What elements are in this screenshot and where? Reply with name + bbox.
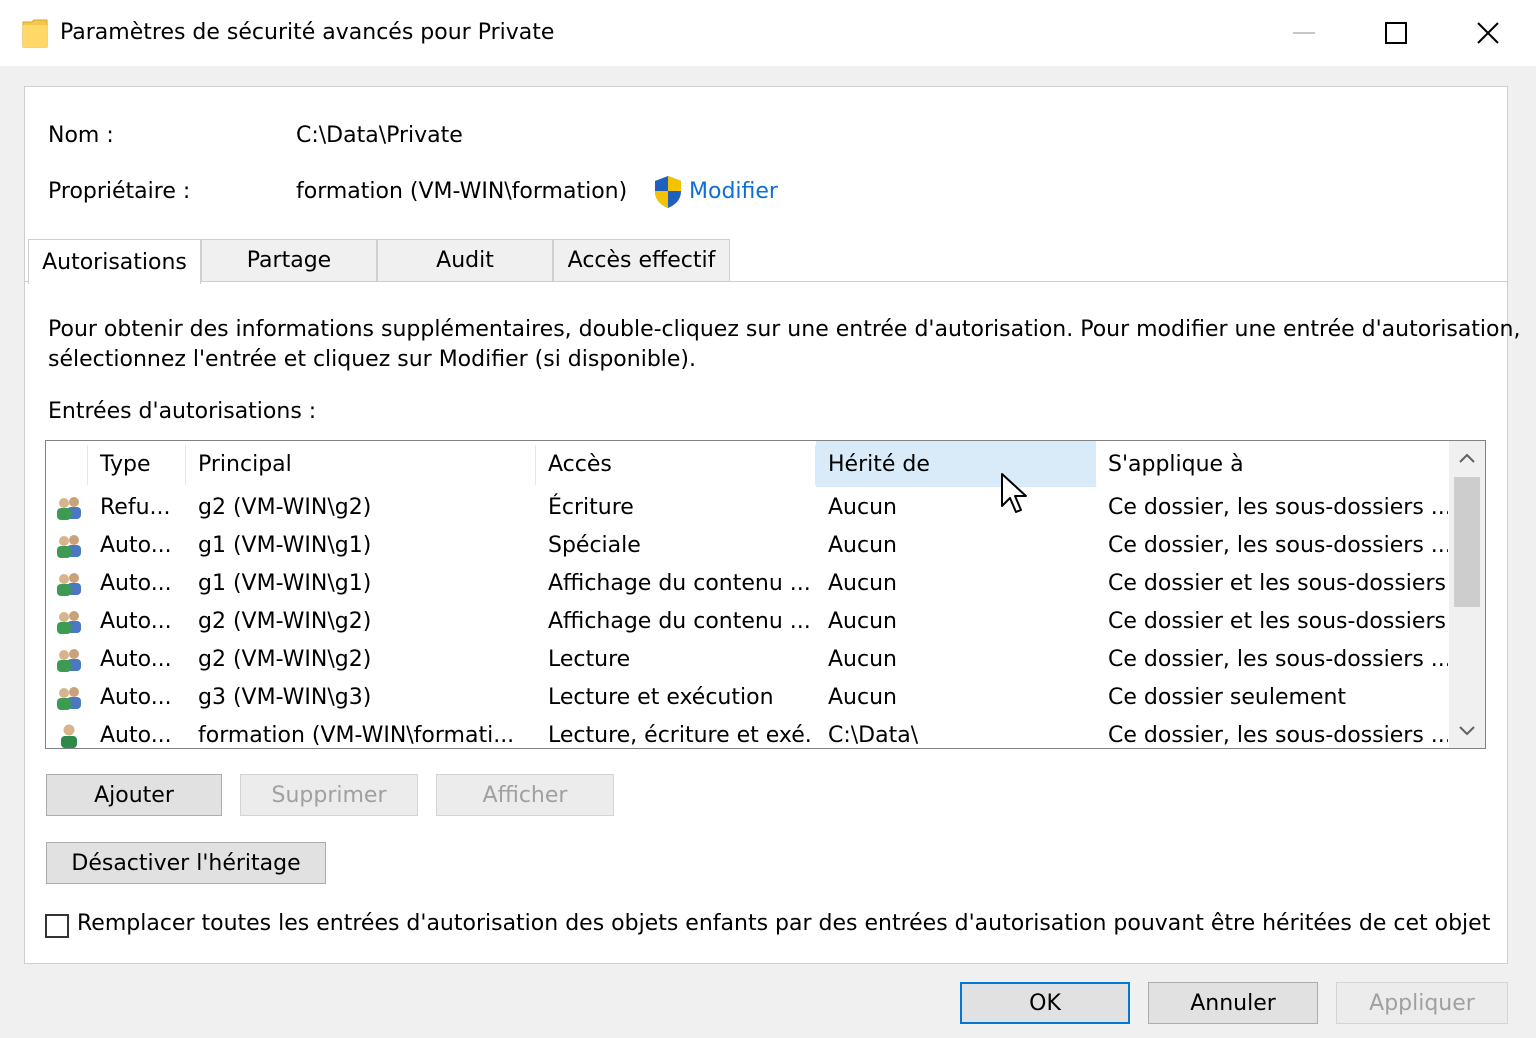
cell-access: Lecture, écriture et exé... bbox=[548, 723, 814, 748]
group-icon bbox=[57, 535, 81, 558]
column-header-inherited-from[interactable]: Hérité de bbox=[816, 441, 1096, 487]
apply-button[interactable]: Appliquer bbox=[1336, 982, 1508, 1024]
cell-access: Lecture bbox=[548, 647, 631, 672]
cell-access: Spéciale bbox=[548, 533, 641, 558]
column-header-principal[interactable]: Principal bbox=[186, 441, 536, 487]
permission-entries-list[interactable]: Type Principal Accès Hérité de S'appliqu… bbox=[45, 440, 1486, 749]
cell-applies-to: Ce dossier, les sous-dossiers ... bbox=[1108, 723, 1448, 748]
column-header-applies-to[interactable]: S'applique à bbox=[1096, 441, 1448, 487]
group-icon bbox=[57, 497, 81, 520]
cell-applies-to: Ce dossier et les sous-dossiers bbox=[1108, 609, 1446, 634]
scroll-thumb[interactable] bbox=[1454, 477, 1480, 607]
cell-applies-to: Ce dossier et les sous-dossiers bbox=[1108, 571, 1446, 596]
column-header-type[interactable]: Type bbox=[88, 441, 186, 487]
cell-access: Affichage du contenu ... bbox=[548, 609, 811, 634]
group-icon bbox=[57, 649, 81, 672]
uac-shield-icon bbox=[655, 176, 681, 208]
main-panel: Nom : C:\Data\Private Propriétaire : for… bbox=[24, 86, 1520, 964]
cell-applies-to: Ce dossier seulement bbox=[1108, 685, 1347, 710]
minimize-button[interactable] bbox=[1258, 0, 1350, 66]
chevron-up-icon bbox=[1459, 453, 1475, 463]
column-header-access[interactable]: Accès bbox=[536, 441, 816, 487]
change-owner-link[interactable]: Modifier bbox=[689, 178, 778, 206]
cell-type: Auto... bbox=[100, 533, 172, 558]
name-label: Nom : bbox=[48, 123, 114, 148]
cell-inherited-from: Aucun bbox=[828, 609, 897, 634]
tab-permissions[interactable]: Autorisations bbox=[28, 239, 201, 284]
folder-icon bbox=[22, 19, 48, 48]
cancel-button[interactable]: Annuler bbox=[1148, 982, 1318, 1024]
add-button[interactable]: Ajouter bbox=[46, 774, 222, 816]
group-icon bbox=[57, 611, 81, 634]
tab-auditing[interactable]: Audit bbox=[377, 239, 553, 281]
tab-sharing[interactable]: Partage bbox=[201, 239, 377, 281]
description-line-2: sélectionnez l'entrée et cliquez sur Mod… bbox=[48, 347, 697, 372]
cell-applies-to: Ce dossier, les sous-dossiers ... bbox=[1108, 495, 1448, 520]
cell-applies-to: Ce dossier, les sous-dossiers ... bbox=[1108, 647, 1448, 672]
table-row[interactable]: Auto... g2 (VM-WIN\g2) Affichage du conten… bbox=[46, 603, 1448, 641]
window-title: Paramètres de sécurité avancés pour Priv… bbox=[60, 20, 555, 45]
cell-type: Auto... bbox=[100, 723, 172, 748]
table-row[interactable]: Refu... g2 (VM-WIN\g2) Écriture Aucun Ce dos… bbox=[46, 489, 1448, 527]
minimize-icon bbox=[1293, 32, 1315, 34]
tab-effective-access[interactable]: Accès effectif bbox=[553, 239, 730, 281]
vertical-scrollbar[interactable] bbox=[1449, 441, 1485, 748]
cell-inherited-from: Aucun bbox=[828, 533, 897, 558]
disable-inheritance-button[interactable]: Désactiver l'héritage bbox=[46, 842, 326, 884]
maximize-button[interactable] bbox=[1350, 0, 1442, 66]
name-value: C:\Data\Private bbox=[296, 123, 463, 148]
replace-child-permissions-checkbox[interactable] bbox=[45, 914, 69, 938]
cell-inherited-from: C:\Data\ bbox=[828, 723, 919, 748]
view-button[interactable]: Afficher bbox=[436, 774, 614, 816]
cell-principal: formation (VM-WIN\formati... bbox=[198, 723, 515, 748]
maximize-icon bbox=[1385, 22, 1407, 44]
cell-inherited-from: Aucun bbox=[828, 571, 897, 596]
user-icon bbox=[61, 724, 77, 748]
entries-label: Entrées d'autorisations : bbox=[48, 399, 317, 424]
cell-access: Affichage du contenu ... bbox=[548, 571, 811, 596]
scroll-down-button[interactable] bbox=[1449, 714, 1485, 748]
cell-principal: g2 (VM-WIN\g2) bbox=[198, 647, 372, 672]
cell-type: Auto... bbox=[100, 609, 172, 634]
group-icon bbox=[57, 573, 81, 596]
cell-principal: g3 (VM-WIN\g3) bbox=[198, 685, 372, 710]
close-icon bbox=[1477, 22, 1499, 44]
cell-principal: g2 (VM-WIN\g2) bbox=[198, 495, 372, 520]
table-row[interactable]: Auto... g2 (VM-WIN\g2) Lecture Aucun Ce doss… bbox=[46, 641, 1448, 679]
cell-type: Refu... bbox=[100, 495, 171, 520]
cell-access: Écriture bbox=[548, 495, 634, 520]
cell-type: Auto... bbox=[100, 571, 172, 596]
chevron-down-icon bbox=[1459, 726, 1475, 736]
cell-type: Auto... bbox=[100, 647, 172, 672]
tab-strip-border bbox=[25, 281, 1507, 282]
owner-label: Propriétaire : bbox=[48, 179, 191, 204]
remove-button[interactable]: Supprimer bbox=[240, 774, 418, 816]
table-row[interactable]: Auto... formation (VM-WIN\formati... Lectu… bbox=[46, 717, 1448, 748]
title-bar: Paramètres de sécurité avancés pour Priv… bbox=[0, 0, 1536, 66]
description-line-1: Pour obtenir des informations supplément… bbox=[48, 317, 1521, 342]
table-row[interactable]: Auto... g1 (VM-WIN\g1) Spéciale Aucun Ce dos… bbox=[46, 527, 1448, 565]
cell-access: Lecture et exécution bbox=[548, 685, 774, 710]
replace-child-permissions-label[interactable]: Remplacer toutes les entrées d'autorisat… bbox=[77, 910, 1490, 938]
cell-principal: g1 (VM-WIN\g1) bbox=[198, 533, 372, 558]
cell-inherited-from: Aucun bbox=[828, 647, 897, 672]
cell-applies-to: Ce dossier, les sous-dossiers ... bbox=[1108, 533, 1448, 558]
close-button[interactable] bbox=[1442, 0, 1534, 66]
cell-principal: g2 (VM-WIN\g2) bbox=[198, 609, 372, 634]
group-icon bbox=[57, 687, 81, 710]
cell-type: Auto... bbox=[100, 685, 172, 710]
table-row[interactable]: Auto... g3 (VM-WIN\g3) Lecture et exécutio… bbox=[46, 679, 1448, 717]
mouse-cursor-icon bbox=[1001, 473, 1027, 513]
scroll-up-button[interactable] bbox=[1449, 441, 1485, 475]
cell-inherited-from: Aucun bbox=[828, 685, 897, 710]
table-row[interactable]: Auto... g1 (VM-WIN\g1) Affichage du conten… bbox=[46, 565, 1448, 603]
owner-value: formation (VM-WIN\formation) bbox=[296, 179, 628, 204]
cell-principal: g1 (VM-WIN\g1) bbox=[198, 571, 372, 596]
ok-button[interactable]: OK bbox=[960, 982, 1130, 1024]
cell-inherited-from: Aucun bbox=[828, 495, 897, 520]
column-header-icon[interactable] bbox=[46, 441, 88, 487]
